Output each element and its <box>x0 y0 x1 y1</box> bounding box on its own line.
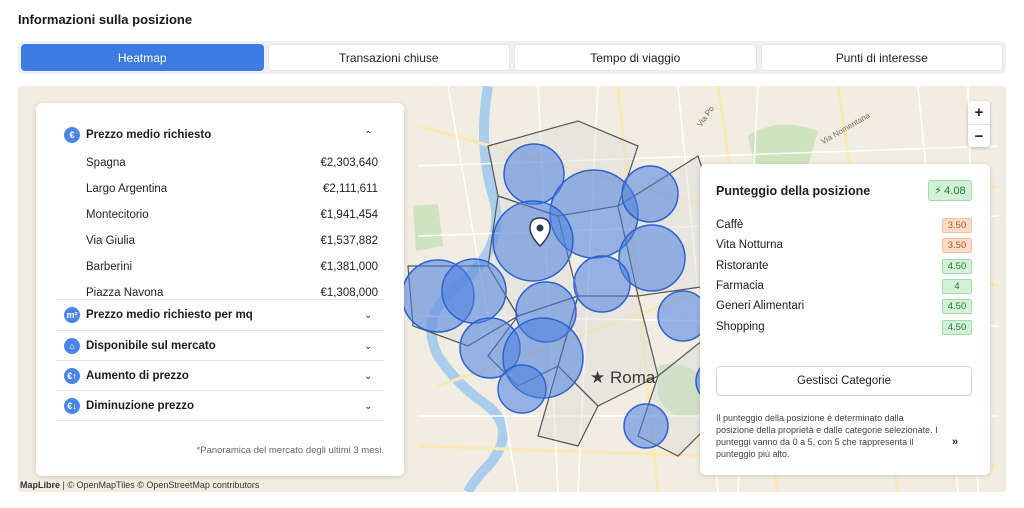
chevron-down-icon: ⌄ <box>364 309 373 321</box>
lightning-icon: ⚡ <box>934 185 943 197</box>
category-name: Caffè <box>716 219 744 231</box>
category-score-badge: 3.50 <box>942 238 972 253</box>
score-panel-title: Punteggio della posizione <box>716 184 871 198</box>
section-available-on-market[interactable]: ⌂ Disponibile sul mercato ⌄ <box>36 331 404 361</box>
area-name: Largo Argentina <box>86 183 168 195</box>
divider <box>56 420 384 421</box>
score-row: Farmacia 4 <box>716 278 972 296</box>
price-increase-icon: €↑ <box>64 368 80 384</box>
area-name: Via Giulia <box>86 235 136 247</box>
area-name: Barberini <box>86 261 133 273</box>
city-name: Roma <box>609 368 656 387</box>
score-row: Ristorante 4.50 <box>716 258 972 276</box>
attribution-text: | © OpenMapTiles © OpenStreetMap contrib… <box>62 480 260 490</box>
score-row: Vita Notturna 3.50 <box>716 237 972 255</box>
score-info-text: Il punteggio della posizione è determina… <box>716 413 938 459</box>
list-item: Barberini €1,381,000 <box>86 257 378 277</box>
category-name: Ristorante <box>716 260 769 272</box>
overall-score-value: 4.08 <box>944 184 966 197</box>
home-icon: ⌂ <box>64 338 80 354</box>
category-name: Farmacia <box>716 280 764 292</box>
map-attribution: MapLibre | © OpenMapTiles © OpenStreetMa… <box>20 480 259 490</box>
score-row: Generi Alimentari 4.50 <box>716 298 972 316</box>
tab-closed-transactions[interactable]: Transazioni chiuse <box>267 44 510 71</box>
category-score-badge: 3.50 <box>942 218 972 233</box>
score-row: Shopping 4.50 <box>716 319 972 337</box>
zoom-controls: + − <box>968 101 990 147</box>
list-item: Via Giulia €1,537,882 <box>86 231 378 251</box>
area-price: €1,537,882 <box>320 235 378 247</box>
category-score-badge: 4 <box>942 279 972 294</box>
chevron-up-icon: ⌃ <box>364 129 373 141</box>
section-label: Prezzo medio richiesto <box>86 129 212 141</box>
section-label: Disponibile sul mercato <box>86 340 216 352</box>
area-price: €1,381,000 <box>320 261 378 273</box>
area-price: €1,941,454 <box>320 209 378 221</box>
euro-icon: € <box>64 127 80 143</box>
square-meter-icon: m² <box>64 307 80 323</box>
maplibre-link[interactable]: MapLibre <box>20 480 60 490</box>
list-item: Montecitorio €1,941,454 <box>86 205 378 225</box>
section-label: Diminuzione prezzo <box>86 400 194 412</box>
list-item: Spagna €2,303,640 <box>86 153 378 173</box>
price-list: Spagna €2,303,640 Largo Argentina €2,111,6… <box>36 149 404 299</box>
category-score-badge: 4.50 <box>942 320 972 335</box>
section-label: Aumento di prezzo <box>86 370 189 382</box>
category-name: Generi Alimentari <box>716 300 805 312</box>
category-score-badge: 4.50 <box>942 259 972 274</box>
price-decrease-icon: €↓ <box>64 398 80 414</box>
section-price-per-sqm[interactable]: m² Prezzo medio richiesto per mq ⌄ <box>36 300 404 330</box>
chevron-down-icon: ⌄ <box>364 370 373 382</box>
zoom-out-button[interactable]: − <box>968 124 990 147</box>
manage-categories-button[interactable]: Gestisci Categorie <box>716 366 972 396</box>
area-price: €2,303,640 <box>320 157 378 169</box>
expand-arrow-icon[interactable]: » <box>952 436 958 448</box>
section-price-decrease[interactable]: €↓ Diminuzione prezzo ⌄ <box>36 391 404 421</box>
tab-travel-time[interactable]: Tempo di viaggio <box>514 44 757 71</box>
overall-score-badge: ⚡ 4.08 <box>928 180 972 201</box>
city-label: ★ Roma <box>590 368 656 387</box>
view-tabs: Heatmap Transazioni chiuse Tempo di viag… <box>18 41 1006 74</box>
market-overview-panel: € Prezzo medio richiesto ⌃ Spagna €2,303,… <box>36 103 404 476</box>
market-footnote: *Panoramica del mercato degli ultimi 3 m… <box>196 445 384 456</box>
area-price: €1,308,000 <box>320 287 378 299</box>
list-item: Largo Argentina €2,111,611 <box>86 179 378 199</box>
tab-heatmap[interactable]: Heatmap <box>21 44 264 71</box>
location-info-page: Informazioni sulla posizione Heatmap Tra… <box>0 0 1024 508</box>
chevron-down-icon: ⌄ <box>364 400 373 412</box>
category-score-badge: 4.50 <box>942 299 972 314</box>
category-name: Shopping <box>716 321 765 333</box>
area-price: €2,111,611 <box>323 183 378 195</box>
score-row: Caffè 3.50 <box>716 217 972 235</box>
area-name: Montecitorio <box>86 209 149 221</box>
location-score-panel: Punteggio della posizione ⚡ 4.08 Caffè 3.5… <box>700 164 990 475</box>
area-name: Spagna <box>86 157 126 169</box>
area-name: Piazza Navona <box>86 287 164 299</box>
list-item: Piazza Navona €1,308,000 <box>86 283 378 299</box>
category-name: Vita Notturna <box>716 239 783 251</box>
section-avg-asking-price[interactable]: € Prezzo medio richiesto ⌃ <box>36 120 404 150</box>
section-label: Prezzo medio richiesto per mq <box>86 309 253 321</box>
zoom-in-button[interactable]: + <box>968 101 990 124</box>
chevron-down-icon: ⌄ <box>364 340 373 352</box>
section-price-increase[interactable]: €↑ Aumento di prezzo ⌄ <box>36 361 404 391</box>
page-title: Informazioni sulla posizione <box>18 12 193 27</box>
tab-points-of-interest[interactable]: Punti di interesse <box>760 44 1003 71</box>
